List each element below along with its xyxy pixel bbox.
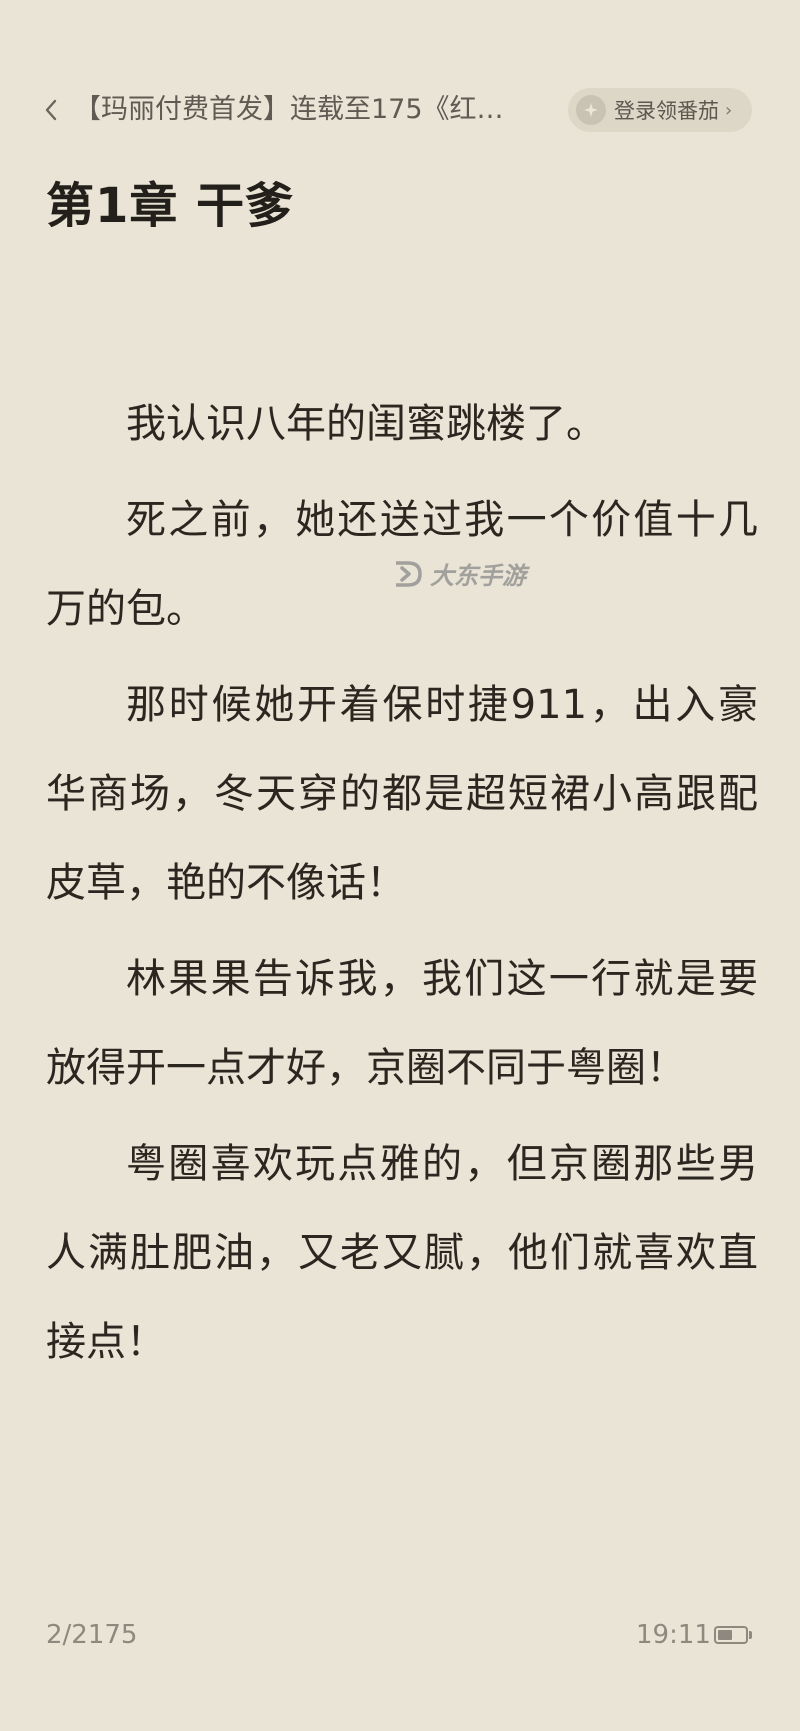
paragraph: 粤圈喜欢玩点雅的，但京圈那些男人满肚肥油，又老又腻，他们就喜欢直接点！ (46, 1141, 758, 1365)
login-reward-button[interactable]: 登录领番茄 › (568, 88, 752, 132)
page-indicator: 2/2175 (46, 1620, 138, 1650)
dadong-logo-icon (396, 560, 422, 587)
back-button[interactable] (40, 96, 62, 124)
battery-cap (749, 1631, 752, 1639)
login-reward-label: 登录领番茄 (614, 99, 719, 123)
chevron-left-icon (45, 99, 57, 121)
battery-icon (714, 1626, 748, 1644)
book-title[interactable]: 【玛丽付费首发】连载至175《红尘... (74, 92, 524, 128)
chapter-content[interactable]: 我认识八年的闺蜜跳楼了。 死之前，她还送过我一个价值十几万的包。 那时候她开着保… (46, 380, 758, 1394)
clock-time: 19:11 (636, 1620, 711, 1650)
reader-top-bar: 【玛丽付费首发】连载至175《红尘... 登录领番茄 › (0, 80, 800, 140)
battery-level-fill (718, 1630, 733, 1640)
chevron-right-icon: › (725, 99, 733, 121)
sparkle-icon (576, 95, 606, 125)
paragraph: 林果果告诉我，我们这一行就是要放得开一点才好，京圈不同于粤圈！ (46, 956, 758, 1091)
chapter-title: 第1章 干爹 (46, 178, 295, 234)
paragraph: 我认识八年的闺蜜跳楼了。 (126, 401, 606, 447)
paragraph: 那时候她开着保时捷911，出入豪华商场，冬天穿的都是超短裙小高跟配皮草，艳的不像… (46, 682, 758, 906)
watermark: 大东手游 (392, 556, 526, 591)
watermark-text: 大东手游 (430, 562, 526, 590)
